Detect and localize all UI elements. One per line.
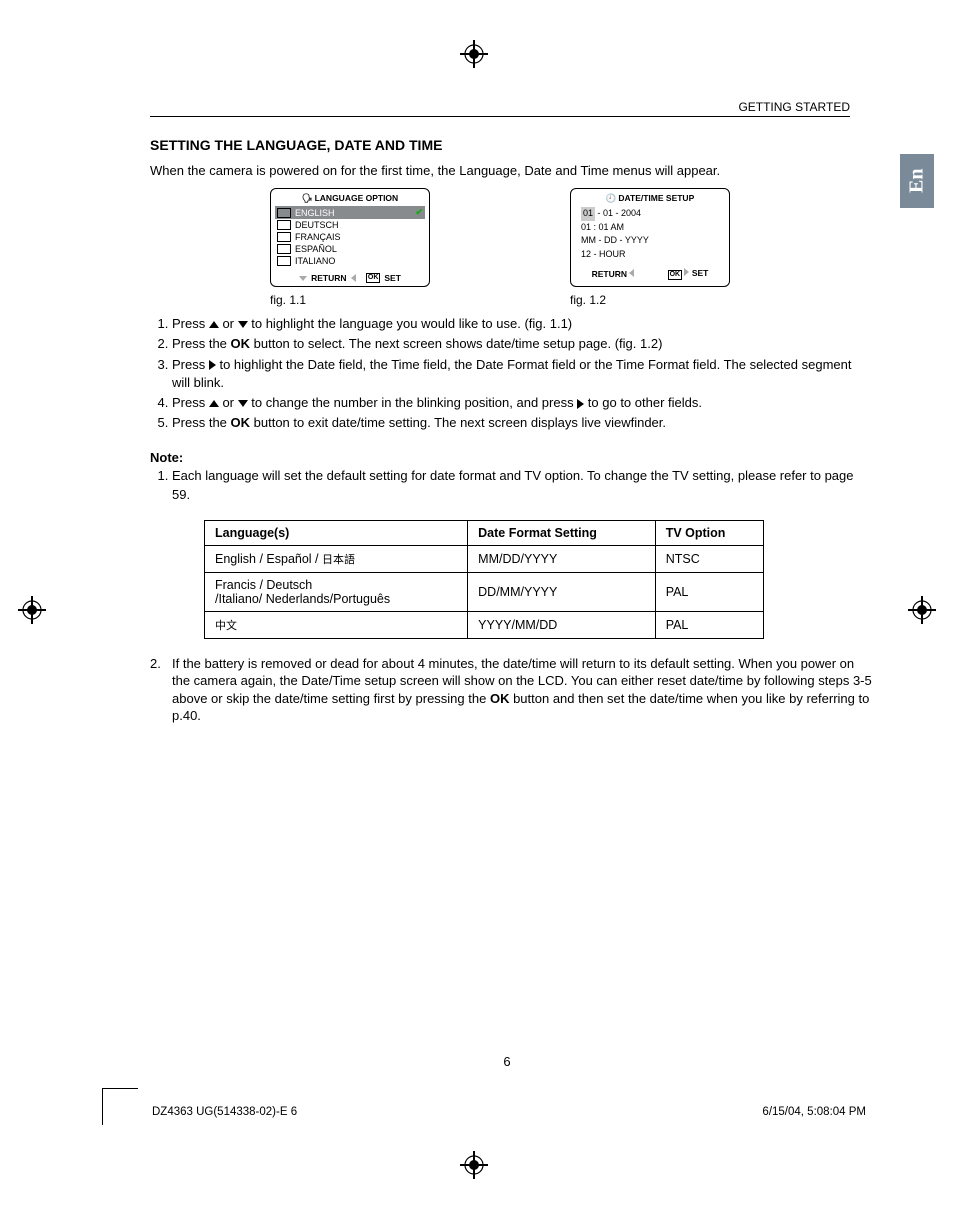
step-3: Press to highlight the Date field, the T… [172, 356, 872, 392]
dt-line3: MM - DD - YYYY [581, 234, 719, 248]
lang-row-english: ENGLISH ✔ [275, 206, 425, 219]
notes-list: Each language will set the default setti… [150, 467, 872, 503]
fig11-caption: fig. 1.1 [270, 293, 430, 307]
crop-mark [102, 1088, 138, 1089]
up-arrow-icon [209, 400, 219, 407]
footer-bar: DZ4363 UG(514338-02)-E 6 6/15/04, 5:08:0… [150, 1106, 868, 1118]
page-title: SETTING THE LANGUAGE, DATE AND TIME [150, 137, 864, 153]
header-section: GETTING STARTED [150, 100, 850, 117]
note-2: If the battery is removed or dead for ab… [150, 655, 872, 725]
note-1: Each language will set the default setti… [172, 467, 872, 503]
lang-label: ESPAÑOL [295, 244, 337, 254]
th-languages: Language(s) [205, 520, 468, 545]
footer-left: DZ4363 UG(514338-02)-E 6 [152, 1106, 297, 1118]
screen2-title: DATE/TIME SETUP [618, 193, 694, 203]
down-arrow-icon [238, 321, 248, 328]
set-label: SET [692, 268, 709, 278]
lang-row-italiano: ITALIANO [275, 255, 425, 267]
note-heading: Note: [150, 450, 864, 465]
lang-label: ITALIANO [295, 256, 335, 266]
left-arrow-icon [629, 269, 634, 277]
lang-label: FRANÇAIS [295, 232, 341, 242]
lang-row-espanol: ESPAÑOL [275, 243, 425, 255]
datetime-setup-screen: 🕘DATE/TIME SETUP 01 - 01 - 2004 01 : 01 … [570, 188, 730, 287]
page-number: 6 [150, 1054, 864, 1069]
language-tab: En [900, 154, 934, 208]
footer-right: 6/15/04, 5:08:04 PM [762, 1106, 866, 1118]
step-4: Press or to change the number in the bli… [172, 394, 872, 412]
lang-label: DEUTSCH [295, 220, 339, 230]
clock-icon: 🕘 [606, 193, 617, 204]
dt-line2: 01 : 01 AM [581, 221, 719, 235]
registration-mark-icon [18, 596, 46, 624]
dt-month: 01 [581, 207, 595, 221]
ok-icon: OK [668, 270, 683, 280]
registration-mark-icon [460, 1151, 488, 1179]
step-5: Press the OK button to exit date/time se… [172, 414, 872, 432]
registration-mark-icon [908, 596, 936, 624]
table-row: English / Español / 日本語 MM/DD/YYYY NTSC [205, 545, 764, 572]
lang-row-deutsch: DEUTSCH [275, 219, 425, 231]
check-icon: ✔ [415, 207, 423, 218]
language-defaults-table: Language(s) Date Format Setting TV Optio… [204, 520, 764, 639]
th-tvoption: TV Option [655, 520, 763, 545]
return-label: RETURN [592, 269, 627, 279]
right-arrow-icon [209, 360, 216, 370]
screen1-title: LANGUAGE OPTION [315, 193, 399, 203]
step-2: Press the OK button to select. The next … [172, 335, 872, 353]
registration-mark-icon [460, 40, 488, 68]
return-label: RETURN [311, 273, 346, 283]
intro-text: When the camera is powered on for the fi… [150, 163, 850, 178]
dt-line1-rest: - 01 - 2004 [595, 208, 641, 218]
right-arrow-icon [684, 268, 689, 276]
th-dateformat: Date Format Setting [468, 520, 656, 545]
lang-label: ENGLISH [295, 208, 335, 218]
language-option-screen: 🗣LANGUAGE OPTION ENGLISH ✔ DEUTSCH FRANÇA… [270, 188, 430, 287]
up-arrow-icon [209, 321, 219, 328]
step-1: Press or to highlight the language you w… [172, 315, 872, 333]
set-label: SET [384, 273, 401, 283]
steps-list: Press or to highlight the language you w… [150, 315, 872, 432]
fig12-caption: fig. 1.2 [570, 293, 730, 307]
down-arrow-icon [299, 276, 307, 281]
down-arrow-icon [238, 400, 248, 407]
left-arrow-icon [351, 274, 356, 282]
crop-mark [102, 1089, 103, 1125]
table-row: 中文 YYYY/MM/DD PAL [205, 611, 764, 638]
table-row: Francis / Deutsch /Italiano/ Nederlands/… [205, 572, 764, 611]
speech-icon: 🗣 [302, 193, 313, 204]
dt-line4: 12 - HOUR [581, 248, 719, 262]
lang-row-francais: FRANÇAIS [275, 231, 425, 243]
ok-icon: OK [366, 273, 381, 283]
